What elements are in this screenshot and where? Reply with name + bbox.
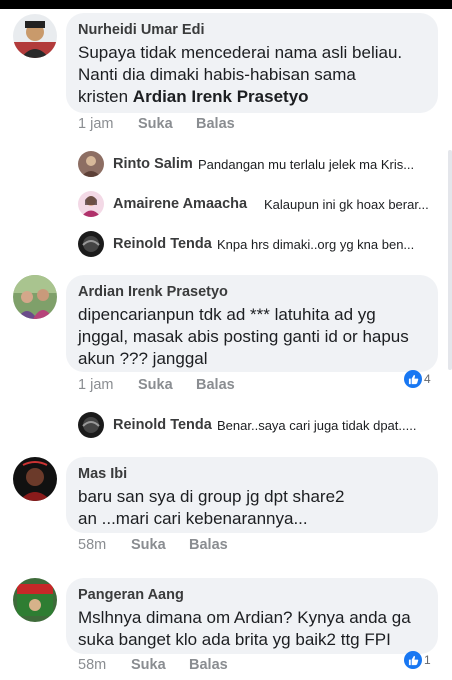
comment-text: Supaya tidak mencederai nama asli beliau… xyxy=(78,43,403,106)
comment-text: dipencarianpun tdk ad *** latuhita ad yg… xyxy=(78,305,409,368)
comment-bubble: Ardian Irenk Prasetyo dipencarianpun tdk… xyxy=(66,275,438,372)
reply-author[interactable]: Reinold Tenda xyxy=(113,417,212,433)
reaction-summary[interactable]: 4 xyxy=(404,370,431,388)
reply-text: Kalaupun ini gk hoax berar... xyxy=(264,197,429,212)
reply-item[interactable]: Reinold Tenda Knpa hrs dimaki..org yg kn… xyxy=(78,231,438,257)
reply-button[interactable]: Balas xyxy=(189,657,228,673)
avatar[interactable] xyxy=(78,151,104,177)
like-button[interactable]: Suka xyxy=(131,657,166,673)
reply-item[interactable]: Rinto Salim Pandangan mu terlalu jelek m… xyxy=(78,151,438,177)
comment-time[interactable]: 58m xyxy=(78,657,106,673)
reply-text: Knpa hrs dimaki..org yg kna ben... xyxy=(217,237,415,252)
like-button[interactable]: Suka xyxy=(138,377,173,393)
avatar[interactable] xyxy=(13,457,57,501)
reply-text: Benar..saya cari juga tidak dpat..... xyxy=(217,418,417,433)
avatar[interactable] xyxy=(78,412,104,438)
reply-button[interactable]: Balas xyxy=(196,116,235,132)
status-bar xyxy=(0,0,452,9)
comment-author[interactable]: Nurheidi Umar Edi xyxy=(78,21,426,39)
avatar[interactable] xyxy=(13,275,57,319)
avatar[interactable] xyxy=(13,578,57,622)
avatar[interactable] xyxy=(13,14,57,58)
reaction-count: 4 xyxy=(424,372,431,386)
comment-bubble: Mas Ibi baru san sya di group jg dpt sha… xyxy=(66,457,438,533)
reply-author[interactable]: Amairene Amaacha xyxy=(113,196,247,212)
comment-author[interactable]: Pangeran Aang xyxy=(78,586,426,604)
thumbs-up-icon xyxy=(404,370,422,388)
reply-button[interactable]: Balas xyxy=(189,537,228,553)
reply-item[interactable]: Reinold Tenda Benar..saya cari juga tida… xyxy=(78,412,438,438)
comment-text: baru san sya di group jg dpt share2 an .… xyxy=(78,487,345,528)
reply-button[interactable]: Balas xyxy=(196,377,235,393)
comment-text: Mslhnya dimana om Ardian? Kynya anda ga … xyxy=(78,608,411,649)
comment-author[interactable]: Mas Ibi xyxy=(78,465,426,483)
comment-author[interactable]: Ardian Irenk Prasetyo xyxy=(78,283,426,301)
reply-item[interactable]: Amairene Amaacha Kalaupun ini gk hoax be… xyxy=(78,191,438,217)
reply-text: Pandangan mu terlalu jelek ma Kris... xyxy=(198,157,415,172)
reaction-summary[interactable]: 1 xyxy=(404,651,431,669)
comment-bubble: Nurheidi Umar Edi Supaya tidak mencedera… xyxy=(66,13,438,113)
avatar[interactable] xyxy=(78,191,104,217)
like-button[interactable]: Suka xyxy=(131,537,166,553)
reply-author[interactable]: Reinold Tenda xyxy=(113,236,212,252)
comment-time[interactable]: 1 jam xyxy=(78,116,113,132)
avatar[interactable] xyxy=(78,231,104,257)
scrollbar[interactable] xyxy=(448,150,452,370)
comment-time[interactable]: 1 jam xyxy=(78,377,113,393)
comment-bubble: Pangeran Aang Mslhnya dimana om Ardian? … xyxy=(66,578,438,654)
reply-author[interactable]: Rinto Salim xyxy=(113,156,193,172)
mention-link[interactable]: Ardian Irenk Prasetyo xyxy=(133,87,309,106)
comment-time[interactable]: 58m xyxy=(78,537,106,553)
like-button[interactable]: Suka xyxy=(138,116,173,132)
reaction-count: 1 xyxy=(424,653,431,667)
thumbs-up-icon xyxy=(404,651,422,669)
